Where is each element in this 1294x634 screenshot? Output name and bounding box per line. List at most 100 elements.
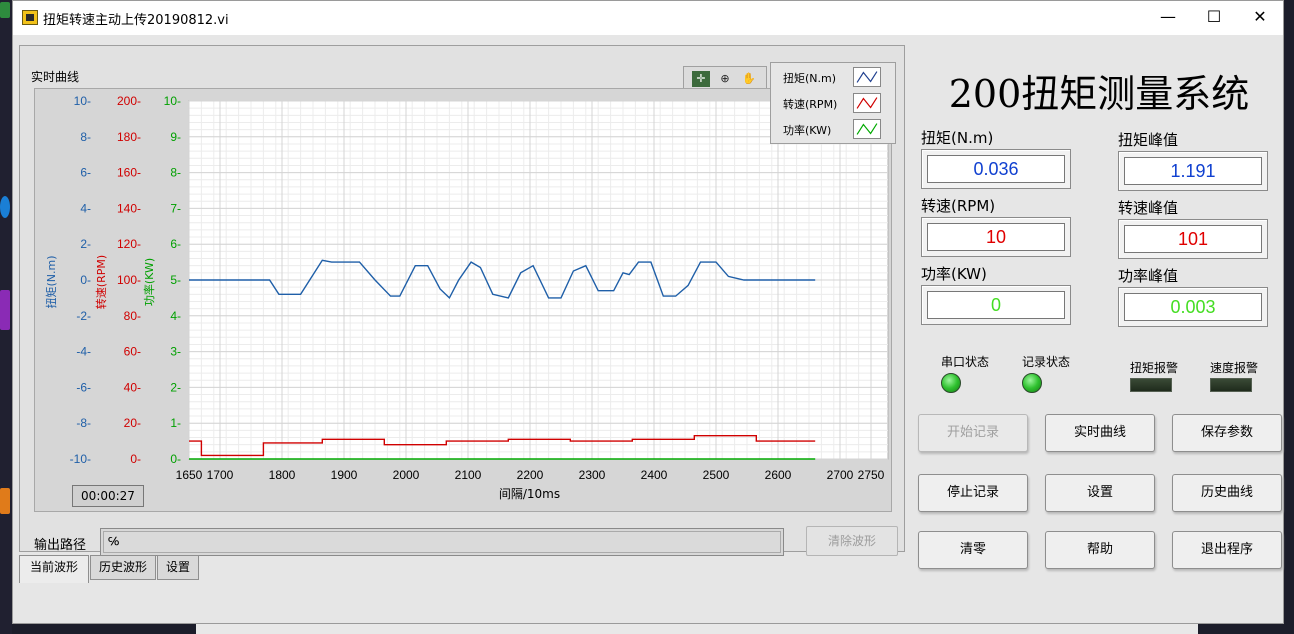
desktop-app-icon: [0, 488, 10, 514]
crosshair-cursor-icon[interactable]: ✛: [692, 71, 710, 87]
chart-panel-label: 实时曲线: [31, 70, 80, 84]
speed-alarm-label: 速度报警: [1210, 361, 1259, 375]
y-tick-label: 2-: [80, 237, 91, 251]
system-title: 200扭矩测量系统: [948, 72, 1250, 116]
help-button[interactable]: 帮助: [1045, 531, 1155, 569]
output-path-input[interactable]: ℅: [103, 531, 781, 553]
plot-legend[interactable]: 扭矩(N.m) 转速(RPM) 功率(KW): [770, 62, 896, 144]
app-window: 扭矩转速主动上传20190812.vi — ☐ ✕ 实时曲线 ✛ ⊕ ✋ 165…: [12, 0, 1284, 624]
speed-peak-label: 转速峰值: [1118, 199, 1179, 217]
exit-button[interactable]: 退出程序: [1172, 531, 1282, 569]
y-tick-label: 8-: [80, 130, 91, 144]
x-tick-label: 2600: [765, 468, 792, 482]
legend-item-power: 功率(KW): [783, 119, 893, 141]
path-browse-icon: ℅: [108, 535, 120, 548]
torque-peak-label: 扭矩峰值: [1118, 131, 1179, 149]
start-record-button[interactable]: 开始记录: [918, 414, 1028, 452]
y-tick-label: 0-: [80, 273, 91, 287]
pan-hand-icon[interactable]: ✋: [740, 71, 758, 87]
torque-value: 0.036: [927, 155, 1065, 183]
power-value: 0: [927, 291, 1065, 319]
tab-current-waveform[interactable]: 当前波形: [19, 555, 89, 583]
x-tick-label: 2000: [393, 468, 420, 482]
legend-swatch-speed: [853, 93, 881, 113]
stop-record-button[interactable]: 停止记录: [918, 474, 1028, 512]
speed-indicator: 10: [921, 217, 1071, 257]
output-path-field[interactable]: ℅: [100, 528, 784, 556]
close-button[interactable]: ✕: [1237, 1, 1283, 33]
y-axis-label: 功率(KW): [142, 258, 156, 306]
realtime-curve-button[interactable]: 实时曲线: [1045, 414, 1155, 452]
desktop-app-icon: [0, 2, 10, 18]
y-tick-label: 10-: [74, 94, 91, 108]
x-tick-label: 2500: [703, 468, 730, 482]
labview-vi-icon: [22, 10, 38, 25]
y-tick-label: -6-: [76, 380, 91, 394]
y-tick-label: 100-: [117, 273, 141, 287]
y-tick-label: 6-: [80, 166, 91, 180]
speed-peak-value: 101: [1124, 225, 1262, 253]
speed-value: 10: [927, 223, 1065, 251]
y-tick-label: -8-: [76, 416, 91, 430]
clear-waveform-button[interactable]: 清除波形: [806, 526, 898, 556]
y-tick-label: 0-: [170, 452, 181, 466]
title-bar: 扭矩转速主动上传20190812.vi — ☐ ✕: [13, 1, 1283, 35]
torque-label: 扭矩(N.m): [921, 129, 994, 147]
y-tick-label: 9-: [170, 130, 181, 144]
save-params-button[interactable]: 保存参数: [1172, 414, 1282, 452]
legend-label: 功率(KW): [783, 124, 832, 137]
history-curve-button[interactable]: 历史曲线: [1172, 474, 1282, 512]
power-peak-indicator: 0.003: [1118, 287, 1268, 327]
y-tick-label: 160-: [117, 166, 141, 180]
legend-swatch-power: [853, 119, 881, 139]
legend-label: 转速(RPM): [783, 98, 838, 111]
y-tick-label: -4-: [76, 345, 91, 359]
settings-button[interactable]: 设置: [1045, 474, 1155, 512]
record-status-label: 记录状态: [1022, 355, 1071, 369]
x-tick-label: 1900: [331, 468, 358, 482]
client-area: 实时曲线 ✛ ⊕ ✋ 1650 1700 1800 1900 2000 2100 2200 2…: [13, 35, 1283, 623]
y-axis-label: 扭矩(N.m): [44, 255, 58, 308]
y-tick-label: 0-: [130, 452, 141, 466]
output-path-label: 输出路径: [34, 538, 87, 553]
x-tick-label: 2300: [579, 468, 606, 482]
y-tick-label: 8-: [170, 166, 181, 180]
x-tick-label: 2400: [641, 468, 668, 482]
y-tick-label: 6-: [170, 237, 181, 251]
y-tick-label: 4-: [80, 201, 91, 215]
speed-label: 转速(RPM): [921, 197, 996, 215]
x-tick-label: 1800: [269, 468, 296, 482]
maximize-button[interactable]: ☐: [1191, 1, 1237, 33]
torque-peak-value: 1.191: [1124, 157, 1262, 185]
y-tick-label: 1-: [170, 416, 181, 430]
y-tick-label: 180-: [117, 130, 141, 144]
window-title: 扭矩转速主动上传20190812.vi: [43, 13, 229, 28]
desktop-edge: [0, 0, 12, 634]
y-tick-label: 2-: [170, 380, 181, 394]
power-peak-label: 功率峰值: [1118, 267, 1179, 285]
y-tick-label: 120-: [117, 237, 141, 251]
desktop-app-icon: [0, 196, 10, 218]
x-tick-label: 2700: [827, 468, 854, 482]
power-label: 功率(KW): [921, 265, 987, 283]
taskbar-strip: [196, 624, 1198, 634]
chart-svg: 1650 1700 1800 1900 2000 2100 2200 2300 2400 2500…: [44, 94, 889, 501]
power-peak-value: 0.003: [1124, 293, 1262, 321]
x-tick-label: 1700: [207, 468, 234, 482]
y-axis-label: 转速(RPM): [94, 255, 108, 309]
y-tick-label: 20-: [124, 416, 141, 430]
y-tick-label: 5-: [170, 273, 181, 287]
zoom-icon[interactable]: ⊕: [716, 71, 734, 87]
tab-history-waveform[interactable]: 历史波形: [90, 555, 156, 580]
minimize-button[interactable]: —: [1145, 1, 1191, 33]
x-tick-label: 2100: [455, 468, 482, 482]
y-tick-label: 60-: [124, 345, 141, 359]
power-indicator: 0: [921, 285, 1071, 325]
zero-button[interactable]: 清零: [918, 531, 1028, 569]
legend-label: 扭矩(N.m): [783, 72, 837, 85]
x-tick-label: 1650: [176, 468, 203, 482]
torque-peak-indicator: 1.191: [1118, 151, 1268, 191]
realtime-chart[interactable]: 1650 1700 1800 1900 2000 2100 2200 2300 2400 2500…: [34, 88, 892, 512]
y-tick-label: 140-: [117, 201, 141, 215]
tab-settings[interactable]: 设置: [157, 555, 199, 580]
